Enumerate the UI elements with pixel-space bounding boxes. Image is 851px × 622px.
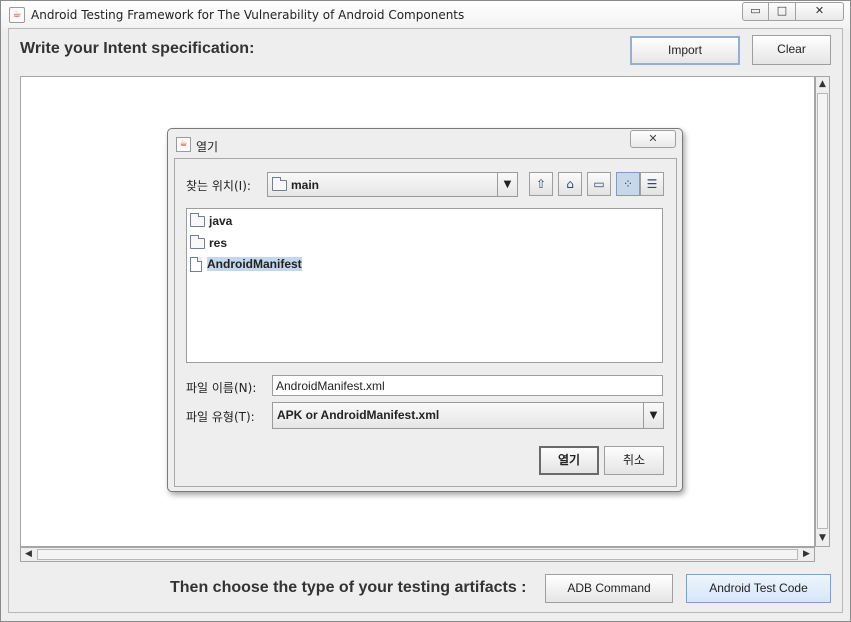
list-item[interactable]: AndroidManifest bbox=[189, 255, 305, 275]
artifact-type-label: Then choose the type of your testing art… bbox=[170, 579, 527, 596]
home-icon: ⌂ bbox=[566, 177, 574, 191]
new-folder-button[interactable]: ▭ bbox=[587, 172, 611, 196]
list-item[interactable]: java bbox=[189, 212, 235, 232]
window-controls: ▭ □ ✕ bbox=[742, 2, 844, 21]
filename-label: 파일 이름(N): bbox=[186, 381, 257, 395]
folder-icon bbox=[190, 235, 205, 250]
dialog-title: 열기 bbox=[196, 140, 219, 154]
file-list[interactable]: java res AndroidManifest bbox=[186, 208, 663, 363]
list-item[interactable]: res bbox=[189, 234, 230, 254]
android-test-code-button[interactable]: Android Test Code bbox=[686, 574, 831, 603]
java-dialog-icon: ☕ bbox=[176, 137, 191, 152]
up-folder-icon: ⇧ bbox=[535, 177, 547, 191]
list-view-button[interactable]: ⁘ bbox=[616, 172, 640, 196]
filename-field[interactable]: AndroidManifest.xml bbox=[272, 375, 663, 396]
minimize-button[interactable]: ▭ bbox=[742, 2, 769, 21]
adb-command-button[interactable]: ADB Command bbox=[545, 574, 673, 603]
java-app-icon: ☕ bbox=[9, 7, 25, 23]
maximize-button[interactable]: □ bbox=[769, 2, 796, 21]
new-folder-icon: ▭ bbox=[593, 177, 605, 191]
vertical-scrollbar[interactable]: ▲ ▼ bbox=[815, 76, 830, 547]
close-button[interactable]: ✕ bbox=[796, 2, 844, 21]
window-title: Android Testing Framework for The Vulner… bbox=[31, 8, 465, 22]
horizontal-scroll-thumb[interactable] bbox=[37, 549, 798, 560]
chevron-down-icon[interactable]: ▼ bbox=[497, 173, 517, 196]
open-button[interactable]: 열기 bbox=[539, 446, 599, 475]
home-button[interactable]: ⌂ bbox=[558, 172, 582, 196]
import-button[interactable]: Import bbox=[630, 36, 740, 65]
intent-spec-heading: Write your Intent specification: bbox=[20, 40, 255, 57]
scroll-left-arrow-icon[interactable]: ◀ bbox=[22, 548, 35, 561]
filetype-label: 파일 유형(T): bbox=[186, 410, 255, 424]
horizontal-scrollbar[interactable]: ◀ ▶ bbox=[20, 547, 815, 562]
scroll-up-arrow-icon[interactable]: ▲ bbox=[816, 78, 829, 91]
folder-icon bbox=[272, 177, 287, 192]
filetype-value: APK or AndroidManifest.xml bbox=[277, 408, 440, 422]
list-view-icon: ⁘ bbox=[622, 177, 634, 191]
filetype-combo[interactable]: APK or AndroidManifest.xml ▼ bbox=[272, 402, 664, 429]
up-folder-button[interactable]: ⇧ bbox=[529, 172, 553, 196]
cancel-button[interactable]: 취소 bbox=[604, 446, 664, 475]
vertical-scroll-thumb[interactable] bbox=[817, 93, 828, 529]
scroll-right-arrow-icon[interactable]: ▶ bbox=[800, 548, 813, 561]
title-bar[interactable]: ☕ Android Testing Framework for The Vuln… bbox=[1, 1, 850, 29]
look-in-value: main bbox=[272, 177, 319, 192]
look-in-label: 찾는 위치(I): bbox=[186, 179, 251, 193]
details-view-button[interactable]: ☰ bbox=[640, 172, 664, 196]
folder-icon bbox=[190, 213, 205, 228]
chevron-down-icon[interactable]: ▼ bbox=[643, 403, 663, 428]
scroll-down-arrow-icon[interactable]: ▼ bbox=[816, 532, 829, 545]
dialog-close-button[interactable]: ✕ bbox=[630, 130, 676, 148]
details-view-icon: ☰ bbox=[646, 177, 658, 191]
look-in-combo[interactable]: main ▼ bbox=[267, 172, 518, 197]
file-icon bbox=[190, 257, 202, 273]
clear-button[interactable]: Clear bbox=[752, 35, 831, 65]
dialog-title-bar[interactable]: ☕ 열기 ✕ bbox=[168, 129, 682, 157]
